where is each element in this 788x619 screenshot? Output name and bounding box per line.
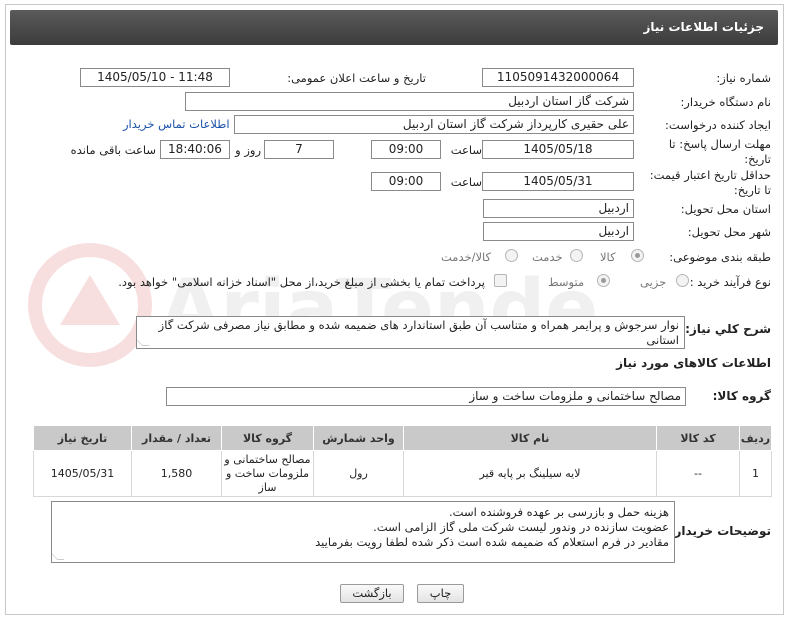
print-button[interactable]: چاپ xyxy=(417,584,464,603)
buyer-org-label: نام دستگاه خریدار: xyxy=(680,95,771,109)
col-unit: واحد شمارش xyxy=(313,425,404,451)
deadline-label-line1: مهلت ارسال پاسخ: تا xyxy=(668,137,771,151)
goods-table: ردیف کد کالا نام کالا واحد شمارش گروه کا… xyxy=(33,425,772,497)
back-button[interactable]: بازگشت xyxy=(340,584,404,603)
payment-note: پرداخت تمام یا بخشی از مبلغ خرید،از محل … xyxy=(118,275,485,289)
deadline-date-field: 1405/05/18 xyxy=(482,140,634,159)
description-field: نوار سرجوش و پرایمر همراه و متناسب آن طب… xyxy=(136,316,685,349)
col-row: ردیف xyxy=(739,425,772,451)
deadline-label: مهلت ارسال پاسخ: تا تاریخ: xyxy=(669,137,771,167)
buyer-contact-link[interactable]: اطلاعات تماس خریدار xyxy=(123,117,230,131)
validity-time-label: ساعت xyxy=(450,175,482,189)
deadline-time-field: 09:00 xyxy=(371,140,441,159)
col-group: گروه کالا xyxy=(221,425,314,451)
col-code: کد کالا xyxy=(656,425,740,451)
validity-label: حداقل تاریخ اعتبار قیمت: تا تاریخ: xyxy=(650,168,771,198)
process-radio-minor[interactable] xyxy=(676,274,689,287)
days-label: روز و xyxy=(235,143,261,157)
creator-label: ایجاد کننده درخواست: xyxy=(665,118,771,132)
process-option-minor: جزیی xyxy=(640,275,667,289)
category-label: طبقه بندی موضوعی: xyxy=(669,250,771,264)
category-option-goods: کالا xyxy=(600,250,616,264)
buyer-org-field: شرکت گاز استان اردبیل xyxy=(185,92,634,111)
process-radio-medium[interactable] xyxy=(597,274,610,287)
deadline-time-label: ساعت xyxy=(450,143,482,157)
validity-time-field: 09:00 xyxy=(371,172,441,191)
goods-group-field: مصالح ساختمانی و ملزومات ساخت و ساز xyxy=(166,387,686,406)
process-option-medium: متوسط xyxy=(548,275,585,289)
cell-row: 1 xyxy=(739,450,772,497)
cell-qty: 1,580 xyxy=(131,450,222,497)
buyer-note-line-3: مقادیر در فرم استعلام که ضمیمه شده است ذ… xyxy=(315,535,669,549)
process-label: نوع فرآیند خرید : xyxy=(689,275,771,289)
validity-label-line2: تا تاریخ: xyxy=(733,183,771,197)
col-qty: تعداد / مقدار xyxy=(131,425,222,451)
description-label: شرح کلي نياز: xyxy=(685,322,771,336)
remaining-label: ساعت باقی مانده xyxy=(70,143,156,157)
city-field: اردبیل xyxy=(483,222,634,241)
announce-field: 1405/05/10 - 11:48 xyxy=(80,68,230,87)
buyer-notes-label: توضیحات خریدار: xyxy=(669,524,771,538)
creator-field: علی حقیری کارپرداز شرکت گاز استان اردبیل xyxy=(234,115,634,134)
need-number-label: شماره نیاز: xyxy=(716,71,771,85)
category-radio-goods[interactable] xyxy=(631,249,644,262)
city-label: شهر محل تحویل: xyxy=(687,225,771,239)
remaining-time-field: 18:40:06 xyxy=(160,140,230,159)
category-option-service: خدمت xyxy=(532,250,563,264)
province-field: اردبیل xyxy=(483,199,634,218)
province-label: استان محل تحویل: xyxy=(680,202,771,216)
validity-label-line1: حداقل تاریخ اعتبار قیمت: xyxy=(649,168,771,182)
description-text: نوار سرجوش و پرایمر همراه و متناسب آن طب… xyxy=(158,318,679,347)
col-date: تاریخ نیاز xyxy=(33,425,132,451)
days-field: 7 xyxy=(264,140,334,159)
buyer-notes-field: هزینه حمل و بازرسی بر عهده فروشنده است. … xyxy=(51,501,675,563)
cell-name: لایه سیلینگ بر پایه قیر xyxy=(403,450,657,497)
category-radio-service[interactable] xyxy=(570,249,583,262)
need-number-field: 1105091432000064 xyxy=(482,68,634,87)
deadline-label-line2: تاریخ: xyxy=(744,152,771,166)
cell-date: 1405/05/31 xyxy=(33,450,132,497)
category-radio-both[interactable] xyxy=(505,249,518,262)
validity-date-field: 1405/05/31 xyxy=(482,172,634,191)
table-row: 1 -- لایه سیلینگ بر پایه قیر رول مصالح س… xyxy=(33,450,772,497)
announce-label: تاریخ و ساعت اعلان عمومی: xyxy=(287,71,426,85)
cell-unit: رول xyxy=(313,450,404,497)
table-header-row: ردیف کد کالا نام کالا واحد شمارش گروه کا… xyxy=(33,425,772,451)
buyer-note-line-2: عضویت سازنده در وندور لیست شرکت ملی گاز … xyxy=(373,520,669,534)
page-header: جزئیات اطلاعات نیاز xyxy=(10,10,778,45)
resize-grip-icon[interactable] xyxy=(137,339,150,346)
col-name: نام کالا xyxy=(403,425,657,451)
payment-checkbox[interactable] xyxy=(494,274,507,287)
cell-group: مصالح ساختمانی و ملزومات ساخت و ساز xyxy=(221,450,314,497)
cell-code: -- xyxy=(656,450,740,497)
goods-group-label: گروه کالا: xyxy=(712,389,771,403)
goods-section-title: اطلاعات کالاهای مورد نیاز xyxy=(616,356,771,370)
resize-grip-icon[interactable] xyxy=(52,553,65,560)
category-option-both: کالا/خدمت xyxy=(441,250,492,264)
buyer-note-line-1: هزینه حمل و بازرسی بر عهده فروشنده است. xyxy=(449,505,669,519)
